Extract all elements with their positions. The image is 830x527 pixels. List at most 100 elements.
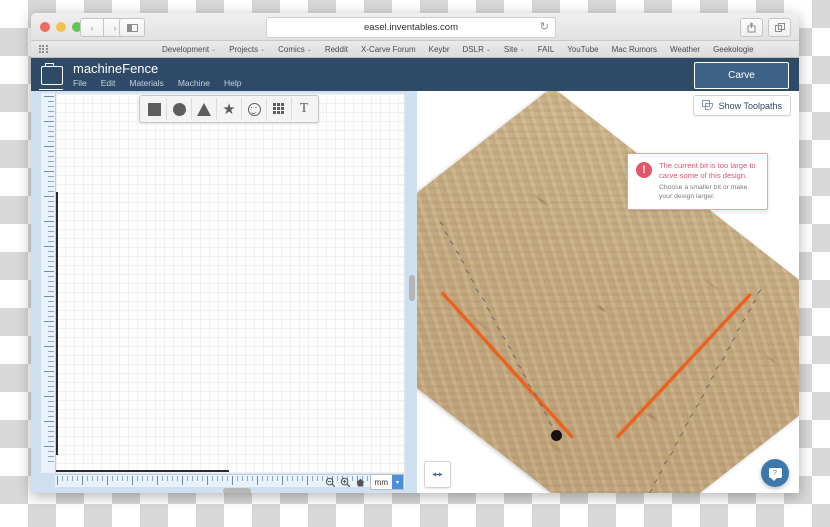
square-shape-tool[interactable] xyxy=(142,98,167,120)
horizontal-arrow-icon xyxy=(433,472,442,477)
preview-3d-panel[interactable]: Show Toolpaths ! The current bit is too … xyxy=(417,91,799,493)
new-tab-button[interactable] xyxy=(768,18,791,37)
back-button[interactable]: ‹ xyxy=(80,18,104,37)
bookmark-label: Keybr xyxy=(428,44,450,54)
bookmark-label: FAIL xyxy=(537,44,555,54)
window-controls xyxy=(40,22,82,32)
bookmark-weather[interactable]: Weather xyxy=(670,45,700,54)
bookmark-reddit[interactable]: Reddit xyxy=(325,45,348,54)
smiley-shape-tool[interactable] xyxy=(242,98,267,120)
work-area-bottom-edge xyxy=(56,470,229,472)
warning-title: The current bit is too large to carve so… xyxy=(659,161,756,180)
bookmark-label: Development xyxy=(162,44,210,54)
vertical-scrollbar-thumb[interactable] xyxy=(409,275,415,301)
toolbar-right-group xyxy=(740,18,791,37)
bookmark-fail[interactable]: FAIL xyxy=(538,45,554,54)
close-window-button[interactable] xyxy=(40,22,50,32)
chevron-down-icon: ⌄ xyxy=(306,46,312,53)
bookmark-label: Geekologie xyxy=(713,44,754,54)
bookmark-label: Mac Rumors xyxy=(611,44,657,54)
app-header: machineFence File Edit Materials Machine… xyxy=(31,58,799,91)
show-toolpaths-button[interactable]: Show Toolpaths xyxy=(692,95,791,116)
menu-help[interactable]: Help xyxy=(224,78,241,88)
menu-bar: File Edit Materials Machine Help xyxy=(73,78,241,88)
question-bubble-icon: ? xyxy=(768,468,782,481)
address-bar[interactable]: easel.inventables.com ↻ xyxy=(266,17,556,38)
star-shape-tool[interactable]: ★ xyxy=(217,98,242,120)
bookmark-label: YouTube xyxy=(567,44,599,54)
bit-size-warning: ! The current bit is too large to carve … xyxy=(627,153,768,211)
layers-icon xyxy=(701,100,714,111)
menu-machine[interactable]: Machine xyxy=(178,78,210,88)
browser-window: ‹ › easel.inventables.com ↻ Development … xyxy=(31,13,799,493)
smiley-icon xyxy=(247,102,261,116)
sidebar-icon xyxy=(126,23,138,32)
share-icon xyxy=(747,22,756,33)
bookmark-dslr[interactable]: DSLR ⌄ xyxy=(463,45,491,54)
warning-text-block: The current bit is too large to carve so… xyxy=(659,161,759,201)
zoom-out-icon[interactable] xyxy=(325,477,336,488)
refresh-icon[interactable]: ↻ xyxy=(540,21,549,34)
bookmark-label: Weather xyxy=(669,44,701,54)
bookmark-label: Site xyxy=(503,44,518,54)
bookmark-mac-rumors[interactable]: Mac Rumors xyxy=(612,45,657,54)
bookmark-development[interactable]: Development ⌄ xyxy=(162,45,216,54)
warning-subtitle: Choose a smaller bit or make your design… xyxy=(659,184,748,200)
bookmark-site[interactable]: Site ⌄ xyxy=(504,45,525,54)
carve-button[interactable]: Carve xyxy=(694,62,789,89)
chevron-down-icon: ⌄ xyxy=(211,46,217,53)
horizontal-scrollbar-thumb[interactable] xyxy=(223,488,251,493)
zoom-in-icon[interactable] xyxy=(340,477,351,488)
home-icon[interactable] xyxy=(355,477,366,488)
triangle-icon xyxy=(197,102,211,116)
app-title-block: machineFence File Edit Materials Machine… xyxy=(73,60,241,88)
square-icon xyxy=(147,102,161,116)
chevron-down-icon: ⌄ xyxy=(519,46,525,53)
bookmark-label: Reddit xyxy=(324,44,348,54)
canvas-vertical-scrollbar[interactable] xyxy=(407,93,416,475)
text-icon: T xyxy=(299,101,309,116)
bookmark-list: Development ⌄ Projects ⌄ Comics ⌄ Reddit… xyxy=(162,45,754,54)
canvas-horizontal-scrollbar[interactable] xyxy=(55,487,405,493)
apps-grid-icon[interactable] xyxy=(39,44,48,54)
bookmark-geekologie[interactable]: Geekologie xyxy=(713,45,753,54)
bookmark-xcarve-forum[interactable]: X-Carve Forum xyxy=(361,45,416,54)
sidebar-toggle-button[interactable] xyxy=(119,18,145,37)
circle-icon xyxy=(172,102,186,116)
bookmark-label: DSLR xyxy=(462,44,484,54)
grid-icon xyxy=(273,103,285,115)
material-sheet xyxy=(417,91,799,493)
star-icon: ★ xyxy=(222,100,236,118)
menu-file[interactable]: File xyxy=(73,78,87,88)
design-grid[interactable] xyxy=(55,93,405,474)
bookmark-projects[interactable]: Projects ⌄ xyxy=(229,45,265,54)
bookmark-keybr[interactable]: Keybr xyxy=(429,45,450,54)
help-button[interactable]: ? xyxy=(761,459,789,487)
bookmark-label: Projects xyxy=(229,44,259,54)
bookmark-comics[interactable]: Comics ⌄ xyxy=(278,45,312,54)
share-button[interactable] xyxy=(740,18,763,37)
triangle-shape-tool[interactable] xyxy=(192,98,217,120)
measure-tool-button[interactable] xyxy=(424,461,451,488)
unit-value: mm xyxy=(374,477,388,487)
text-tool[interactable]: T xyxy=(292,98,316,120)
app-body: ★ T mm ▾ Show Toolpaths ! The current bi… xyxy=(31,91,799,493)
easel-logo-icon xyxy=(39,63,63,90)
chevron-down-icon: ⌄ xyxy=(260,46,266,53)
apps-shape-tool[interactable] xyxy=(267,98,292,120)
show-toolpaths-label: Show Toolpaths xyxy=(718,100,782,111)
url-text: easel.inventables.com xyxy=(364,22,458,33)
warning-icon: ! xyxy=(636,162,652,178)
work-area-left-edge xyxy=(56,192,58,455)
chevron-down-icon: ⌄ xyxy=(485,46,491,53)
design-canvas-panel[interactable]: ★ T mm ▾ xyxy=(31,91,417,493)
vertical-ruler xyxy=(41,93,56,473)
minimize-window-button[interactable] xyxy=(56,22,66,32)
page-title: machineFence xyxy=(73,60,159,76)
shape-toolbar: ★ T xyxy=(139,95,319,123)
circle-shape-tool[interactable] xyxy=(167,98,192,120)
bookmark-label: X-Carve Forum xyxy=(360,44,416,54)
menu-edit[interactable]: Edit xyxy=(101,78,116,88)
bookmark-youtube[interactable]: YouTube xyxy=(567,45,598,54)
menu-materials[interactable]: Materials xyxy=(129,78,163,88)
